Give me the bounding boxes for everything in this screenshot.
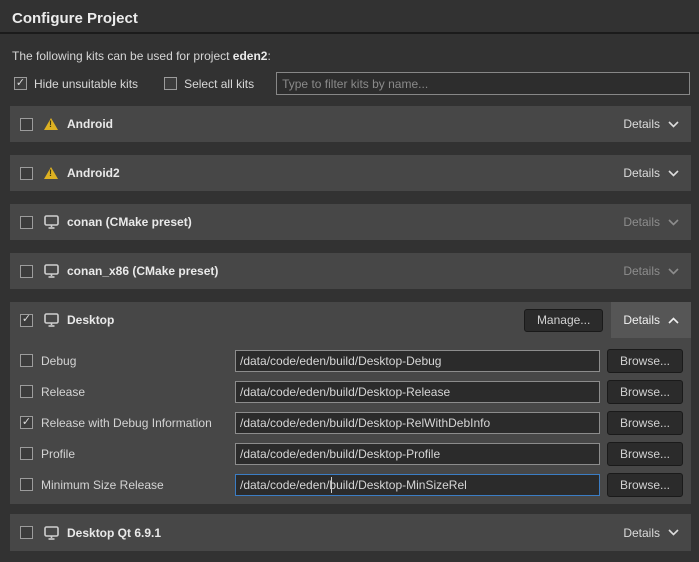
build-dir-input[interactable] bbox=[235, 412, 600, 434]
chevron-down-icon bbox=[668, 121, 679, 128]
title-divider bbox=[0, 32, 699, 34]
build-config-row-profile: Profile Browse... bbox=[10, 438, 691, 469]
build-dir-input[interactable] bbox=[235, 474, 600, 496]
kit-header: Android2 Details bbox=[10, 155, 691, 191]
config-label: Profile bbox=[41, 447, 235, 461]
config-checkbox[interactable] bbox=[20, 385, 33, 398]
kit-panel-conan-x86: conan_x86 (CMake preset) Details bbox=[10, 253, 691, 289]
details-label: Details bbox=[623, 117, 660, 131]
details-label: Details bbox=[623, 215, 660, 229]
details-label: Details bbox=[623, 166, 660, 180]
build-config-row-release: Release Browse... bbox=[10, 376, 691, 407]
config-checkbox[interactable] bbox=[20, 478, 33, 491]
kit-checkbox[interactable] bbox=[20, 216, 33, 229]
kit-panel-conan: conan (CMake preset) Details bbox=[10, 204, 691, 240]
kit-panel-android2: Android2 Details bbox=[10, 155, 691, 191]
kit-name: Desktop bbox=[67, 313, 114, 327]
build-config-list: Debug Browse... Release Browse... Releas… bbox=[10, 338, 691, 504]
desktop-icon bbox=[42, 215, 60, 229]
warning-icon bbox=[42, 118, 60, 130]
chevron-down-icon bbox=[668, 219, 679, 226]
chevron-down-icon bbox=[668, 529, 679, 536]
chevron-down-icon bbox=[668, 268, 679, 275]
kit-header: conan (CMake preset) Details bbox=[10, 204, 691, 240]
kit-header: Android Details bbox=[10, 106, 691, 142]
build-dir-input[interactable] bbox=[235, 350, 600, 372]
kit-name: Desktop Qt 6.9.1 bbox=[67, 526, 161, 540]
kit-name: conan (CMake preset) bbox=[67, 215, 192, 229]
kit-panel-desktop-qt: Desktop Qt 6.9.1 Details bbox=[10, 514, 691, 551]
kit-checkbox[interactable] bbox=[20, 526, 33, 539]
select-all-kits-checkbox[interactable] bbox=[164, 77, 177, 90]
kit-filter-toolbar: Hide unsuitable kits Select all kits bbox=[14, 72, 690, 95]
build-dir-input[interactable] bbox=[235, 381, 600, 403]
build-dir-input[interactable] bbox=[235, 443, 600, 465]
desktop-icon bbox=[42, 313, 60, 327]
details-toggle[interactable]: Details bbox=[611, 106, 691, 142]
browse-button[interactable]: Browse... bbox=[607, 442, 683, 466]
browse-button[interactable]: Browse... bbox=[607, 473, 683, 497]
kit-name: conan_x86 (CMake preset) bbox=[67, 264, 218, 278]
configure-project-page: Configure Project The following kits can… bbox=[0, 0, 699, 562]
config-label: Minimum Size Release bbox=[41, 478, 235, 492]
project-name: eden2 bbox=[233, 49, 268, 63]
kit-name: Android bbox=[67, 117, 113, 131]
config-checkbox[interactable] bbox=[20, 416, 33, 429]
details-toggle[interactable]: Details bbox=[611, 204, 691, 240]
build-config-row-relwithdebinfo: Release with Debug Information Browse... bbox=[10, 407, 691, 438]
details-label: Details bbox=[623, 264, 660, 278]
build-config-row-minsizerel: Minimum Size Release Browse... bbox=[10, 469, 691, 500]
page-title: Configure Project bbox=[12, 10, 138, 27]
text-caret bbox=[331, 477, 332, 493]
details-toggle[interactable]: Details bbox=[611, 253, 691, 289]
details-toggle[interactable]: Details bbox=[611, 515, 691, 551]
intro-prefix: The following kits can be used for proje… bbox=[12, 49, 233, 63]
browse-button[interactable]: Browse... bbox=[607, 380, 683, 404]
config-label: Release bbox=[41, 385, 235, 399]
details-label: Details bbox=[623, 313, 660, 327]
details-toggle[interactable]: Details bbox=[611, 155, 691, 191]
details-toggle[interactable]: Details bbox=[611, 302, 691, 338]
config-checkbox[interactable] bbox=[20, 354, 33, 367]
kit-header: conan_x86 (CMake preset) Details bbox=[10, 253, 691, 289]
config-label: Release with Debug Information bbox=[41, 416, 235, 430]
kit-checkbox[interactable] bbox=[20, 314, 33, 327]
manage-button[interactable]: Manage... bbox=[524, 309, 603, 332]
build-config-row-debug: Debug Browse... bbox=[10, 345, 691, 376]
config-label: Debug bbox=[41, 354, 235, 368]
kit-header: Desktop Qt 6.9.1 Details bbox=[10, 514, 691, 551]
desktop-icon bbox=[42, 526, 60, 540]
hide-unsuitable-checkbox[interactable] bbox=[14, 77, 27, 90]
kit-panel-android: Android Details bbox=[10, 106, 691, 142]
kit-checkbox[interactable] bbox=[20, 167, 33, 180]
warning-icon bbox=[42, 167, 60, 179]
kit-filter-input[interactable] bbox=[276, 72, 690, 95]
intro-suffix: : bbox=[267, 49, 270, 63]
kit-checkbox[interactable] bbox=[20, 265, 33, 278]
browse-button[interactable]: Browse... bbox=[607, 349, 683, 373]
config-checkbox[interactable] bbox=[20, 447, 33, 460]
browse-button[interactable]: Browse... bbox=[607, 411, 683, 435]
hide-unsuitable-label[interactable]: Hide unsuitable kits bbox=[34, 77, 138, 91]
kit-header: Desktop Manage... Details bbox=[10, 302, 691, 338]
chevron-up-icon bbox=[668, 317, 679, 324]
details-label: Details bbox=[623, 526, 660, 540]
kit-checkbox[interactable] bbox=[20, 118, 33, 131]
select-all-kits-label[interactable]: Select all kits bbox=[184, 77, 254, 91]
kit-panel-desktop: Desktop Manage... Details Debug Browse..… bbox=[10, 302, 691, 504]
intro-text: The following kits can be used for proje… bbox=[12, 49, 271, 63]
chevron-down-icon bbox=[668, 170, 679, 177]
kit-name: Android2 bbox=[67, 166, 120, 180]
desktop-icon bbox=[42, 264, 60, 278]
